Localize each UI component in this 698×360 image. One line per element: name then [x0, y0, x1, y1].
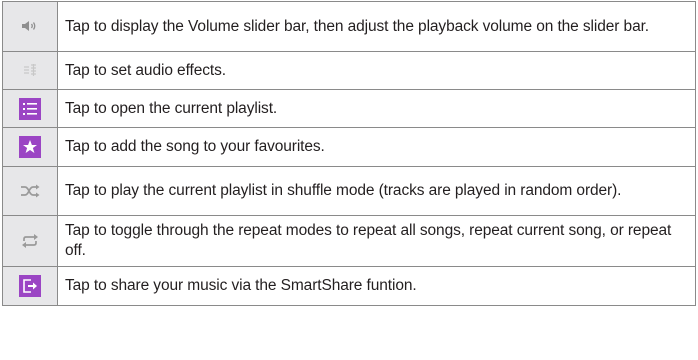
icon-cell	[2, 1, 58, 52]
table-row: Tap to open the current playlist.	[2, 89, 696, 128]
repeat-icon	[21, 233, 39, 249]
table-row: Tap to share your music via the SmartSha…	[2, 266, 696, 306]
table-row: Tap to display the Volume slider bar, th…	[2, 1, 696, 52]
row-description: Tap to display the Volume slider bar, th…	[57, 1, 696, 52]
row-description: Tap to set audio effects.	[57, 51, 696, 90]
row-description: Tap to open the current playlist.	[57, 89, 696, 128]
row-description: Tap to share your music via the SmartSha…	[57, 266, 696, 306]
row-description: Tap to add the song to your favourites.	[57, 127, 696, 167]
icon-cell	[2, 266, 58, 306]
volume-icon	[21, 20, 39, 32]
audio-effects-icon	[23, 63, 37, 77]
music-controls-table: Tap to display the Volume slider bar, th…	[2, 1, 696, 306]
icon-cell	[2, 51, 58, 90]
playlist-icon	[19, 97, 41, 120]
table-row: Tap to set audio effects.	[2, 51, 696, 90]
icon-cell	[2, 127, 58, 167]
icon-cell	[2, 89, 58, 128]
table-row: Tap to toggle through the repeat modes t…	[2, 215, 696, 267]
favourite-star-icon	[19, 136, 41, 158]
shuffle-icon	[20, 184, 40, 198]
table-row: Tap to add the song to your favourites.	[2, 127, 696, 167]
row-description: Tap to play the current playlist in shuf…	[57, 166, 696, 216]
icon-cell	[2, 215, 58, 267]
share-icon	[19, 275, 41, 297]
icon-cell	[2, 166, 58, 216]
table-row: Tap to play the current playlist in shuf…	[2, 166, 696, 216]
row-description: Tap to toggle through the repeat modes t…	[57, 215, 696, 267]
